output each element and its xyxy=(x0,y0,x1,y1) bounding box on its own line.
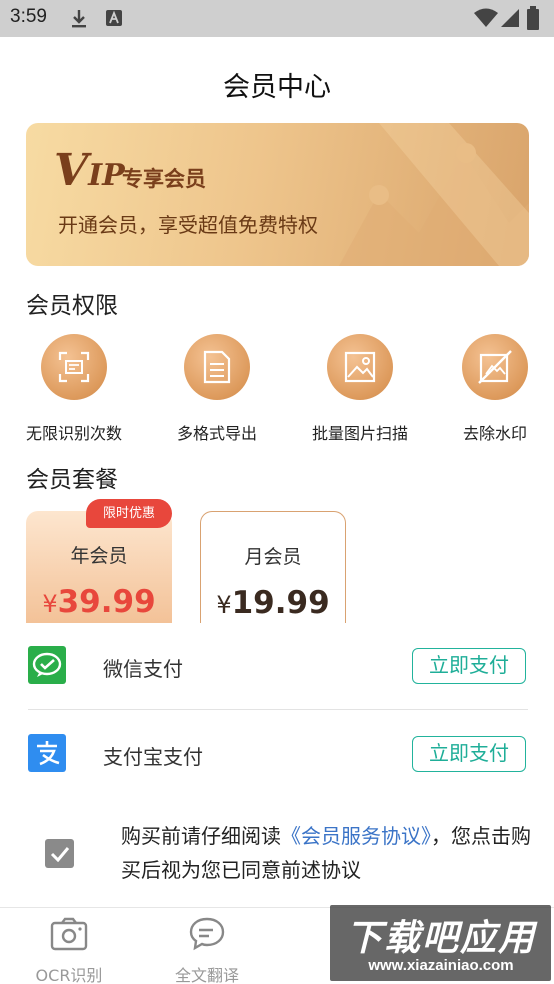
benefit-label: 无限识别次数 xyxy=(25,424,122,443)
vip-logo-v: V xyxy=(54,145,89,196)
agreement-checkbox[interactable] xyxy=(45,839,74,868)
crown-decoration xyxy=(339,123,529,266)
benefit-label: 多格式导出 xyxy=(176,424,257,443)
price-value: 19.99 xyxy=(231,585,330,621)
package-name: 月会员 xyxy=(244,546,302,568)
nav-label: OCR识别 xyxy=(35,966,103,984)
vip-subtitle: 专享会员 xyxy=(122,167,206,191)
benefit-multi-format-export: 多格式导出 xyxy=(152,334,282,444)
watermark-url: www.xiazainiao.com xyxy=(368,957,514,974)
service-agreement-link[interactable]: 《会员服务协议》 xyxy=(281,824,431,848)
no-watermark-icon xyxy=(462,334,528,400)
agreement-text: 购买前请仔细阅读《会员服务协议》，您点击购买后视为您已同意前述协议 xyxy=(121,819,537,887)
payment-sheet: 微信支付 立即支付 支付宝支付 立即支付 xyxy=(11,623,545,799)
camera-icon xyxy=(0,912,138,956)
package-price: ¥19.99 xyxy=(201,585,345,621)
price-currency: ¥ xyxy=(216,591,232,619)
vip-description: 开通会员，享受超值免费特权 xyxy=(58,213,318,237)
app-notification-icon xyxy=(104,8,124,32)
benefit-label: 去除水印 xyxy=(462,424,527,443)
wechat-pay-button[interactable]: 立即支付 xyxy=(412,648,526,684)
nav-label: 全文翻译 xyxy=(174,966,239,984)
page-title: 会员中心 xyxy=(223,72,331,103)
payment-label: 微信支付 xyxy=(103,657,183,681)
scan-icon xyxy=(41,334,107,400)
checkmark-icon xyxy=(50,846,69,862)
image-icon xyxy=(327,334,393,400)
price-currency: ¥ xyxy=(42,590,58,618)
wechat-pay-icon xyxy=(28,646,66,684)
vip-logo-ip: IP xyxy=(88,158,125,193)
title-bar: 会员中心 xyxy=(0,37,554,125)
site-watermark: 下载吧应用 www.xiazainiao.com xyxy=(330,905,551,981)
chat-translate-icon xyxy=(138,912,276,956)
payment-row-alipay: 支付宝支付 立即支付 xyxy=(11,711,545,799)
package-price: ¥39.99 xyxy=(26,584,172,620)
status-bar: 3:59 xyxy=(0,0,554,37)
signal-icon xyxy=(500,8,520,32)
price-value: 39.99 xyxy=(57,584,156,620)
wifi-icon xyxy=(474,8,498,32)
alipay-icon xyxy=(28,734,66,772)
vip-logo: VIP xyxy=(54,145,125,196)
package-month-card[interactable]: 月会员 ¥19.99 xyxy=(200,511,346,623)
benefit-remove-watermark: 去除水印 xyxy=(430,334,554,444)
nav-item-ocr[interactable]: OCR识别 xyxy=(0,912,138,984)
agreement-area: 购买前请仔细阅读《会员服务协议》，您点击购买后视为您已同意前述协议 xyxy=(0,799,554,907)
benefit-batch-scan: 批量图片扫描 xyxy=(295,334,425,444)
payment-row-wechat: 微信支付 立即支付 xyxy=(11,623,545,711)
alipay-pay-button[interactable]: 立即支付 xyxy=(412,736,526,772)
divider xyxy=(28,709,528,710)
benefit-unlimited-recognition: 无限识别次数 xyxy=(9,334,139,444)
agreement-prefix: 购买前请仔细阅读 xyxy=(121,824,281,848)
download-icon xyxy=(68,8,90,34)
benefits-title: 会员权限 xyxy=(26,293,118,319)
packages-title: 会员套餐 xyxy=(26,467,118,493)
benefit-label: 批量图片扫描 xyxy=(311,424,408,443)
vip-banner: VIP 专享会员 开通会员，享受超值免费特权 xyxy=(26,123,529,266)
watermark-title: 下载吧应用 xyxy=(345,918,536,959)
status-time: 3:59 xyxy=(10,6,47,27)
payment-label: 支付宝支付 xyxy=(103,745,203,769)
promo-badge: 限时优惠 xyxy=(86,499,172,528)
nav-item-translate[interactable]: 全文翻译 xyxy=(138,912,276,984)
package-name: 年会员 xyxy=(70,545,128,567)
document-icon xyxy=(184,334,250,400)
battery-icon xyxy=(526,6,540,34)
